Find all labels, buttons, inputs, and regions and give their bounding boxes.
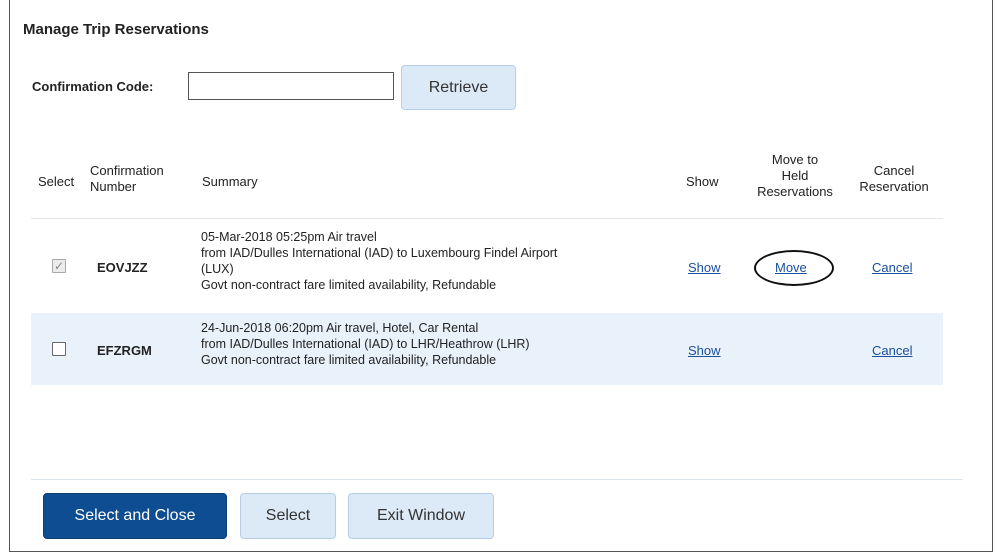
summary-line: Govt non-contract fare limited availabil…: [201, 353, 497, 367]
confirmation-number: EFZRGM: [97, 343, 152, 358]
row-select-checkbox[interactable]: [52, 342, 66, 356]
summary-line: from IAD/Dulles International (IAD) to L…: [201, 337, 530, 351]
reservation-summary: 05-Mar-2018 05:25pm Air travel from IAD/…: [201, 229, 557, 293]
header-cancel-reservation: Cancel Reservation: [848, 163, 940, 195]
header-confirmation-number: Confirmation Number: [90, 163, 164, 195]
reservation-summary: 24-Jun-2018 06:20pm Air travel, Hotel, C…: [201, 320, 530, 368]
show-link[interactable]: Show: [688, 343, 721, 358]
cancel-link[interactable]: Cancel: [872, 260, 912, 275]
select-button[interactable]: Select: [240, 493, 336, 539]
header-move-line1: Move to: [771, 152, 819, 167]
summary-line: (LUX): [201, 262, 234, 276]
summary-line: Govt non-contract fare limited availabil…: [201, 278, 497, 292]
header-confirmation-line2: Number: [90, 179, 137, 194]
cancel-link[interactable]: Cancel: [872, 343, 912, 358]
summary-line: from IAD/Dulles International (IAD) to L…: [201, 246, 558, 260]
confirmation-code-input[interactable]: [188, 72, 394, 100]
summary-line: 05-Mar-2018 05:25pm Air travel: [201, 230, 377, 244]
header-move-to-held: Move to Held Reservations: [747, 152, 843, 200]
header-show: Show: [686, 174, 719, 189]
select-and-close-button[interactable]: Select and Close: [43, 493, 227, 539]
summary-line: 24-Jun-2018 06:20pm Air travel, Hotel, C…: [201, 321, 479, 335]
header-move-line3: Reservations: [757, 184, 833, 199]
header-divider: [31, 218, 943, 219]
confirmation-number: EOVJZZ: [97, 260, 148, 275]
show-link[interactable]: Show: [688, 260, 721, 275]
retrieve-button[interactable]: Retrieve: [401, 65, 516, 110]
footer-divider: [31, 479, 963, 480]
header-cancel-line2: Reservation: [859, 179, 929, 194]
header-cancel-line1: Cancel: [873, 163, 915, 178]
dialog-title: Manage Trip Reservations: [23, 21, 209, 38]
confirmation-code-label: Confirmation Code:: [32, 79, 154, 94]
exit-window-button[interactable]: Exit Window: [348, 493, 494, 539]
header-summary: Summary: [202, 174, 258, 189]
header-move-line2: Held: [781, 168, 809, 183]
header-confirmation-line1: Confirmation: [90, 163, 164, 178]
header-select: Select: [38, 174, 75, 189]
move-highlight-circle: [754, 250, 834, 286]
row-select-checkbox[interactable]: ✓: [52, 259, 66, 273]
